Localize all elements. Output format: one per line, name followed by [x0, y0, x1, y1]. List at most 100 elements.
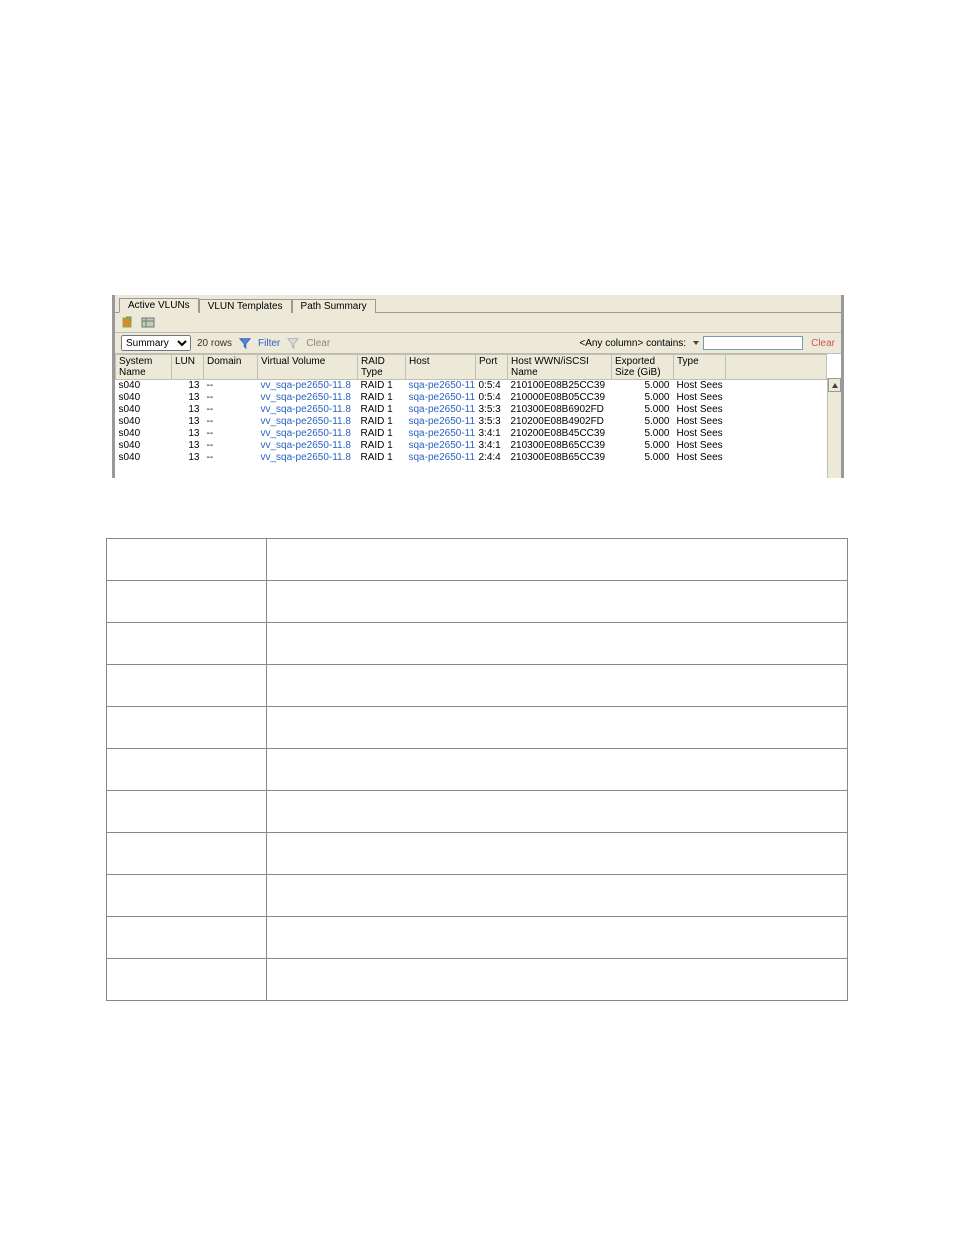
table-row[interactable]: s04013--vv_sqa-pe2650-11.8RAID 1sqa-pe26…: [116, 416, 827, 428]
desc-col-name: Port: [107, 833, 267, 875]
table-icon[interactable]: [141, 316, 155, 330]
cell-port: 0:5:4: [476, 392, 508, 404]
desc-col-desc: The system where the VLUN resides.: [267, 581, 848, 623]
cell-vv[interactable]: vv_sqa-pe2650-11.8: [258, 392, 358, 404]
filter-link[interactable]: Filter: [258, 338, 280, 349]
col-host-wwn[interactable]: Host WWN/iSCSI Name: [508, 355, 612, 380]
vertical-scrollbar[interactable]: [827, 378, 841, 478]
table-container: System Name LUN Domain Virtual Volume RA…: [115, 353, 841, 478]
cell-size: 5.000: [612, 452, 674, 464]
clear-filter-link[interactable]: Clear: [306, 338, 330, 349]
cell-host[interactable]: sqa-pe2650-11: [406, 392, 476, 404]
col-host[interactable]: Host: [406, 355, 476, 380]
col-spacer: [726, 355, 827, 380]
cell-domain: --: [204, 404, 258, 416]
col-domain[interactable]: Domain: [204, 355, 258, 380]
cell-type: Host Sees: [674, 416, 726, 428]
cell-wwn: 210100E08B25CC39: [508, 380, 612, 393]
cell-vv[interactable]: vv_sqa-pe2650-11.8: [258, 452, 358, 464]
table-row[interactable]: s04013--vv_sqa-pe2650-11.8RAID 1sqa-pe26…: [116, 440, 827, 452]
col-port[interactable]: Port: [476, 355, 508, 380]
table-header-row: System Name LUN Domain Virtual Volume RA…: [116, 355, 827, 380]
filter-icon[interactable]: [238, 336, 252, 350]
table-row[interactable]: s04013--vv_sqa-pe2650-11.8RAID 1sqa-pe26…: [116, 392, 827, 404]
cell-vv[interactable]: vv_sqa-pe2650-11.8: [258, 416, 358, 428]
tab-vlun-templates[interactable]: VLUN Templates: [199, 299, 292, 313]
clear-search-link[interactable]: Clear: [811, 338, 835, 349]
cell-vv[interactable]: vv_sqa-pe2650-11.8: [258, 440, 358, 452]
cell-host[interactable]: sqa-pe2650-11: [406, 416, 476, 428]
view-select[interactable]: Summary: [121, 335, 191, 351]
desc-col-name: Exported Size: [107, 917, 267, 959]
cell-host[interactable]: sqa-pe2650-11: [406, 440, 476, 452]
cell-host[interactable]: sqa-pe2650-11: [406, 404, 476, 416]
cell-lun: 13: [172, 380, 204, 393]
cell-host[interactable]: sqa-pe2650-11: [406, 428, 476, 440]
cell-domain: --: [204, 428, 258, 440]
cell-system: s040: [116, 404, 172, 416]
export-icon[interactable]: [121, 316, 135, 330]
table-row[interactable]: s04013--vv_sqa-pe2650-11.8RAID 1sqa-pe26…: [116, 380, 827, 393]
table-row[interactable]: s04013--vv_sqa-pe2650-11.8RAID 1sqa-pe26…: [116, 452, 827, 464]
desc-header-desc: Description: [267, 539, 848, 581]
col-raid-type[interactable]: RAID Type: [358, 355, 406, 380]
cell-raid: RAID 1: [358, 440, 406, 452]
cell-raid: RAID 1: [358, 452, 406, 464]
cell-size: 5.000: [612, 404, 674, 416]
cell-type: Host Sees: [674, 428, 726, 440]
cell-type: Host Sees: [674, 404, 726, 416]
cell-wwn: 210000E08B05CC39: [508, 392, 612, 404]
cell-size: 5.000: [612, 440, 674, 452]
col-virtual-volume[interactable]: Virtual Volume: [258, 355, 358, 380]
cell-host[interactable]: sqa-pe2650-11: [406, 380, 476, 393]
desc-col-name: LUN: [107, 623, 267, 665]
cell-domain: --: [204, 452, 258, 464]
desc-col-desc: The VLUN's template type (see VLUN Templ…: [267, 959, 848, 1001]
desc-col-name: Virtual Volume: [107, 707, 267, 749]
toolbar-icons: [115, 313, 841, 333]
cell-vv[interactable]: vv_sqa-pe2650-11.8: [258, 380, 358, 393]
cell-size: 5.000: [612, 392, 674, 404]
tab-path-summary[interactable]: Path Summary: [292, 299, 376, 313]
cell-wwn: 210300E08B65CC39: [508, 440, 612, 452]
col-system-name[interactable]: System Name: [116, 355, 172, 380]
vlun-panel: Active VLUNs VLUN Templates Path Summary…: [112, 295, 844, 478]
cell-spacer: [726, 392, 827, 404]
cell-port: 3:4:1: [476, 440, 508, 452]
dropdown-icon[interactable]: [693, 341, 699, 345]
desc-row: Host WWN/iSCSI NameThe host's World Wide…: [107, 875, 848, 917]
tab-strip: Active VLUNs VLUN Templates Path Summary: [115, 295, 841, 313]
row-count-label: 20 rows: [197, 338, 232, 349]
cell-raid: RAID 1: [358, 428, 406, 440]
cell-wwn: 210200E08B45CC39: [508, 428, 612, 440]
col-exported-size[interactable]: Exported Size (GiB): [612, 355, 674, 380]
desc-row: Virtual VolumeThe virtual volume being e…: [107, 707, 848, 749]
cell-spacer: [726, 416, 827, 428]
desc-row: System NameThe system where the VLUN res…: [107, 581, 848, 623]
cell-system: s040: [116, 392, 172, 404]
cell-size: 5.000: [612, 428, 674, 440]
search-input[interactable]: [703, 336, 803, 350]
tab-active-vluns[interactable]: Active VLUNs: [119, 298, 199, 313]
desc-col-name: Type: [107, 959, 267, 1001]
cell-vv[interactable]: vv_sqa-pe2650-11.8: [258, 404, 358, 416]
search-area: <Any column> contains: Clear: [579, 336, 835, 350]
table-row[interactable]: s04013--vv_sqa-pe2650-11.8RAID 1sqa-pe26…: [116, 428, 827, 440]
cell-system: s040: [116, 416, 172, 428]
cell-type: Host Sees: [674, 380, 726, 393]
col-lun[interactable]: LUN: [172, 355, 204, 380]
cell-raid: RAID 1: [358, 404, 406, 416]
desc-col-name: Host WWN/iSCSI Name: [107, 875, 267, 917]
cell-vv[interactable]: vv_sqa-pe2650-11.8: [258, 428, 358, 440]
clear-filter-icon[interactable]: [286, 336, 300, 350]
table-row[interactable]: s04013--vv_sqa-pe2650-11.8RAID 1sqa-pe26…: [116, 404, 827, 416]
cell-port: 3:4:1: [476, 428, 508, 440]
cell-spacer: [726, 428, 827, 440]
desc-col-desc: The virtual volume being exported.: [267, 707, 848, 749]
col-type[interactable]: Type: [674, 355, 726, 380]
desc-header-row: List Column Description: [107, 539, 848, 581]
scroll-up-button[interactable]: [828, 378, 841, 392]
cell-host[interactable]: sqa-pe2650-11: [406, 452, 476, 464]
cell-wwn: 210300E08B6902FD: [508, 404, 612, 416]
cell-system: s040: [116, 428, 172, 440]
